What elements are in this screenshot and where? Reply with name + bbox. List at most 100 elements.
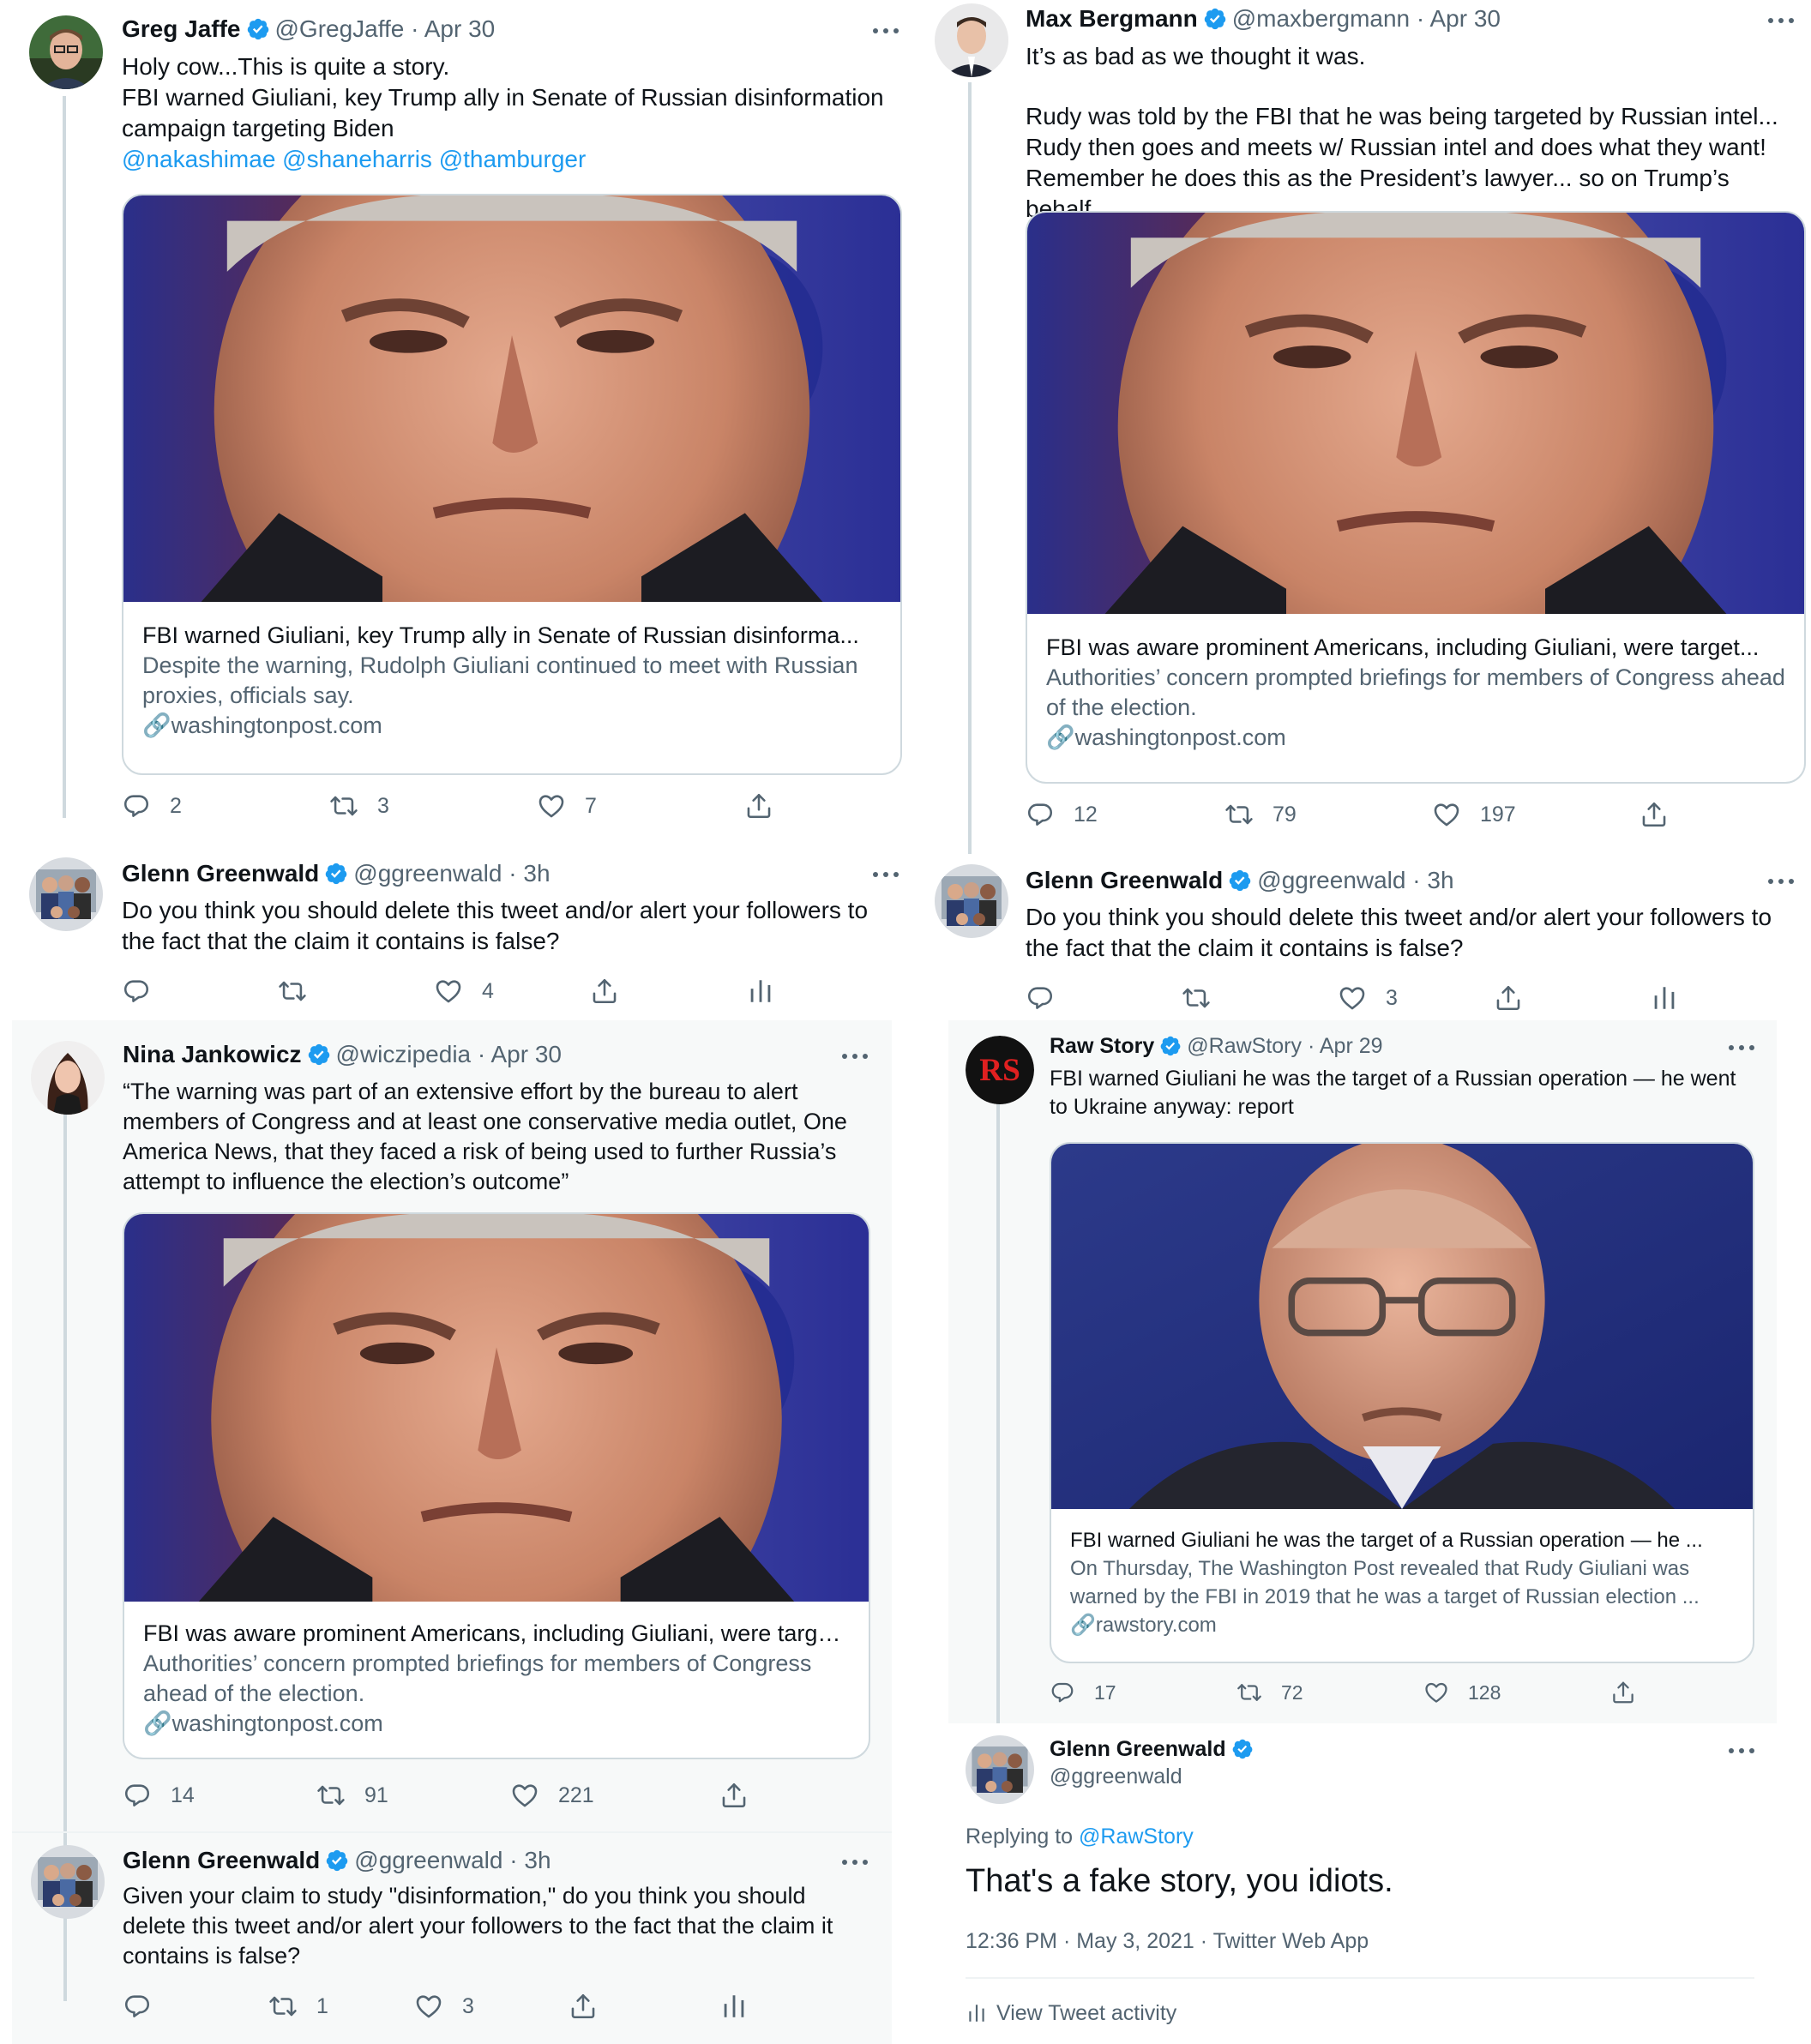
author-name[interactable]: Greg Jaffe [122, 15, 241, 42]
card-domain-text: washingtonpost.com [171, 1710, 383, 1736]
share-button[interactable] [744, 789, 773, 823]
timestamp-text[interactable]: 12:36 PM · May 3, 2021 · Twitter Web App [966, 1929, 1369, 1953]
more-options-icon[interactable] [1729, 1043, 1760, 1053]
reply-button[interactable]: 14 [123, 1778, 195, 1813]
more-options-icon[interactable] [842, 1857, 873, 1867]
author-handle-row: @ggreenwald [1050, 1763, 1182, 1790]
tweet-time[interactable]: · Apr 29 [1308, 1034, 1383, 1058]
author-handle[interactable]: @GregJaffe [275, 15, 405, 42]
retweet-button[interactable] [278, 974, 307, 1008]
link-card[interactable]: FBI warned Giuliani he was the target of… [1050, 1142, 1754, 1663]
tweet-time[interactable]: · 3h [508, 860, 550, 887]
card-title: FBI warned Giuliani he was the target of… [1070, 1529, 1703, 1552]
tweet-actions: 3 [1026, 981, 1694, 1015]
like-button[interactable]: 4 [434, 974, 494, 1008]
share-button[interactable] [1640, 797, 1669, 832]
share-button[interactable] [1494, 981, 1523, 1015]
avatar[interactable] [31, 1041, 105, 1115]
author-name[interactable]: Glenn Greenwald [1050, 1737, 1226, 1761]
link-card[interactable]: FBI warned Giuliani, key Trump ally in S… [122, 194, 902, 775]
author-name[interactable]: Glenn Greenwald [1026, 867, 1223, 893]
share-button[interactable] [1610, 1675, 1636, 1710]
reply-button[interactable]: 17 [1050, 1675, 1116, 1710]
share-button[interactable] [590, 974, 619, 1008]
reply-icon [123, 1992, 152, 2021]
retweet-button[interactable]: 79 [1224, 797, 1297, 832]
more-options-icon[interactable] [1729, 1746, 1760, 1756]
raw-story-logo[interactable] [966, 1036, 1034, 1104]
author-handle[interactable]: @ggreenwald [353, 860, 502, 887]
reply-button[interactable]: 12 [1026, 797, 1098, 832]
avatar[interactable] [935, 864, 1008, 938]
tweet-time[interactable]: · Apr 30 [1417, 5, 1501, 32]
more-options-icon[interactable] [1768, 876, 1799, 887]
avatar[interactable] [29, 15, 103, 89]
tweet-header: Max Bergmann @maxbergmann · Apr 30 [1026, 3, 1501, 34]
retweet-button[interactable]: 72 [1236, 1675, 1303, 1710]
like-count: 197 [1480, 802, 1516, 827]
author-handle[interactable]: @ggreenwald [1257, 867, 1405, 893]
author-handle[interactable]: @ggreenwald [1050, 1764, 1182, 1788]
author-name[interactable]: Max Bergmann [1026, 5, 1198, 32]
author-handle[interactable]: @wiczipedia [336, 1041, 472, 1067]
like-button[interactable]: 221 [510, 1778, 594, 1813]
tweet-time[interactable]: · Apr 30 [478, 1041, 562, 1067]
avatar[interactable] [31, 1845, 105, 1919]
like-button[interactable]: 197 [1432, 797, 1516, 832]
more-options-icon[interactable] [1768, 15, 1799, 26]
author-handle[interactable]: @maxbergmann [1232, 5, 1410, 32]
more-options-icon[interactable] [842, 1051, 873, 1061]
view-tweet-activity-link[interactable]: View Tweet activity [966, 1999, 1176, 2027]
like-button[interactable]: 3 [1338, 981, 1398, 1015]
like-button[interactable]: 3 [414, 1989, 474, 2023]
retweet-button[interactable]: 3 [329, 789, 389, 823]
retweet-button[interactable] [1182, 981, 1211, 1015]
analytics-button[interactable] [746, 974, 775, 1008]
share-button[interactable] [569, 1989, 598, 2023]
analytics-button[interactable] [1650, 981, 1679, 1015]
tweet-timestamp: 12:36 PM · May 3, 2021 · Twitter Web App [966, 1927, 1369, 1955]
replying-to: Replying to @RawStory [966, 1823, 1194, 1850]
analytics-button[interactable] [719, 1989, 749, 2023]
author-name[interactable]: Nina Jankowicz [123, 1041, 302, 1067]
like-button[interactable]: 7 [537, 789, 597, 823]
author-name[interactable]: Glenn Greenwald [122, 860, 319, 887]
avatar[interactable] [935, 3, 1008, 77]
retweet-button[interactable]: 91 [316, 1778, 388, 1813]
retweet-icon [1182, 983, 1211, 1013]
link-card[interactable]: FBI was aware prominent Americans, inclu… [123, 1212, 870, 1759]
tweet-time[interactable]: · Apr 30 [411, 15, 495, 42]
author-handle[interactable]: @ggreenwald [354, 1847, 502, 1873]
mentions[interactable]: @nakashimae @shaneharris @thamburger [122, 144, 893, 175]
author-handle[interactable]: @RawStory [1187, 1034, 1302, 1058]
reply-button[interactable] [1026, 981, 1055, 1015]
more-options-icon[interactable] [873, 26, 904, 36]
link-card[interactable]: FBI was aware prominent Americans, inclu… [1026, 211, 1806, 784]
panel-max-bergmann: Max Bergmann @maxbergmann · Apr 30 It’s a… [906, 0, 1811, 1020]
more-options-icon[interactable] [873, 869, 904, 880]
author-name[interactable]: Raw Story [1050, 1034, 1154, 1058]
tweet-header: Glenn Greenwald @ggreenwald · 3h [123, 1845, 551, 1876]
retweet-button[interactable]: 1 [268, 1989, 328, 2023]
card-domain-text: rawstory.com [1095, 1614, 1217, 1637]
retweet-icon [268, 1992, 298, 2021]
reply-button[interactable] [123, 1989, 152, 2023]
card-description: Authorities’ concern prompted briefings … [143, 1650, 812, 1706]
avatar[interactable] [966, 1735, 1034, 1804]
author-name[interactable]: Glenn Greenwald [123, 1847, 320, 1873]
share-button[interactable] [719, 1778, 749, 1813]
card-image [124, 1214, 869, 1602]
reply-icon [1026, 983, 1055, 1013]
panel-raw-story: Raw Story @RawStory · Apr 29 FBI warned G… [948, 1020, 1777, 2044]
tweet-text-line: Holy cow...This is quite a story. [122, 53, 450, 80]
avatar[interactable] [29, 857, 103, 931]
like-button[interactable]: 128 [1423, 1675, 1501, 1710]
reply-button[interactable] [122, 974, 151, 1008]
tweet-time[interactable]: · 3h [1412, 867, 1453, 893]
reply-button[interactable]: 2 [122, 789, 182, 823]
replying-to-handle[interactable]: @RawStory [1079, 1825, 1194, 1849]
tweet-time[interactable]: · 3h [509, 1847, 551, 1873]
like-count: 4 [482, 978, 494, 1003]
card-domain: 🔗washingtonpost.com [143, 1709, 850, 1739]
verified-badge-icon [246, 17, 270, 41]
